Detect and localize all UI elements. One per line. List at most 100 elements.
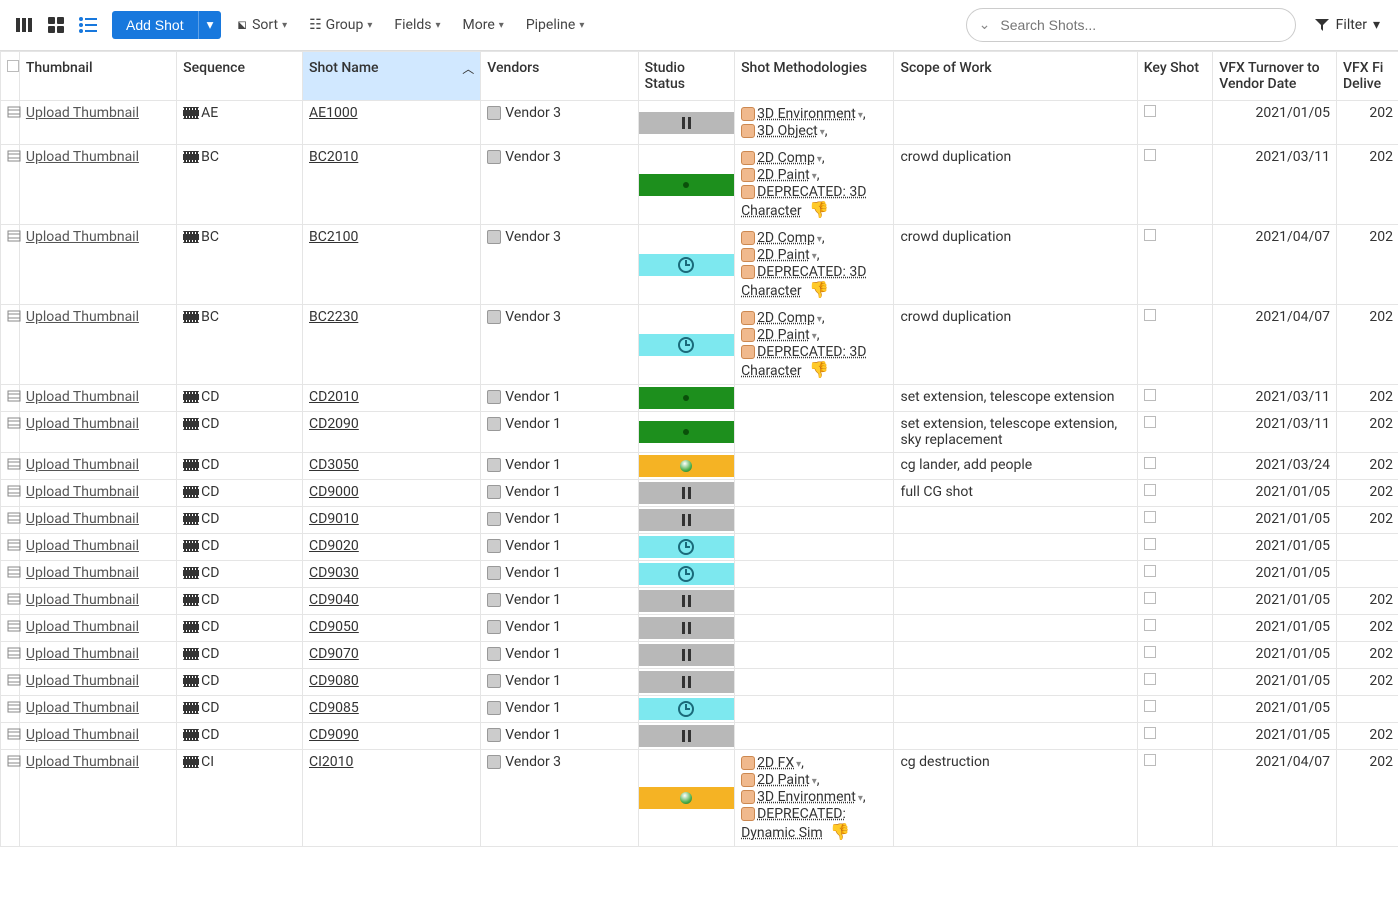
vfx-final-cell[interactable]: 202 [1337, 101, 1398, 145]
thumbnail-cell[interactable]: Upload Thumbnail [19, 145, 176, 225]
thumbnail-cell[interactable]: Upload Thumbnail [19, 696, 176, 723]
methodologies-cell[interactable]: 2D Comp▾,2D Paint▾,DEPRECATED: 3D Charac… [735, 305, 894, 385]
vfx-final-cell[interactable]: 202 [1337, 669, 1398, 696]
header-sequence[interactable]: Sequence [177, 52, 303, 101]
vendor-cell[interactable]: Vendor 1 [481, 723, 638, 750]
fields-menu[interactable]: Fields▾ [388, 13, 446, 37]
thumbnail-cell[interactable]: Upload Thumbnail [19, 412, 176, 453]
view-list-icon[interactable] [74, 11, 102, 39]
vfx-final-cell[interactable]: 202 [1337, 642, 1398, 669]
header-vendors[interactable]: Vendors [481, 52, 638, 101]
vfx-final-cell[interactable]: 202 [1337, 305, 1398, 385]
table-row[interactable]: Upload ThumbnailCDCD9085Vendor 12021/01/… [1, 696, 1398, 723]
thumbnail-cell[interactable]: Upload Thumbnail [19, 534, 176, 561]
vendor-cell[interactable]: Vendor 3 [481, 305, 638, 385]
thumbnail-cell[interactable]: Upload Thumbnail [19, 642, 176, 669]
methodology-tag[interactable]: DEPRECATED: 3D Character 👎 [741, 184, 887, 219]
methodology-tag[interactable]: 3D Object▾, [741, 123, 887, 139]
shot-name-link[interactable]: CD9030 [309, 565, 359, 581]
key-shot-checkbox[interactable] [1144, 416, 1156, 428]
table-row[interactable]: Upload ThumbnailCDCD9030Vendor 12021/01/… [1, 561, 1398, 588]
sequence-cell[interactable]: CD [177, 453, 303, 480]
key-shot-checkbox[interactable] [1144, 700, 1156, 712]
key-shot-checkbox[interactable] [1144, 619, 1156, 631]
vendor-cell[interactable]: Vendor 3 [481, 750, 638, 847]
header-vfx-turnover[interactable]: VFX Turnover to Vendor Date [1213, 52, 1337, 101]
status-cell[interactable] [638, 507, 734, 534]
search-box[interactable]: ⌄ [966, 8, 1296, 42]
header-checkbox[interactable] [1, 52, 20, 101]
sequence-cell[interactable]: CD [177, 723, 303, 750]
scope-cell[interactable]: cg lander, add people [894, 453, 1137, 480]
upload-thumbnail-link[interactable]: Upload Thumbnail [26, 592, 139, 608]
shot-name-cell[interactable]: AE1000 [303, 101, 481, 145]
vfx-final-cell[interactable] [1337, 696, 1398, 723]
status-chip[interactable] [639, 725, 734, 747]
upload-thumbnail-link[interactable]: Upload Thumbnail [26, 700, 139, 716]
methodologies-cell[interactable] [735, 696, 894, 723]
key-shot-checkbox[interactable] [1144, 457, 1156, 469]
add-shot-caret[interactable]: ▾ [198, 11, 222, 39]
key-shot-cell[interactable] [1137, 507, 1213, 534]
key-shot-cell[interactable] [1137, 642, 1213, 669]
upload-thumbnail-link[interactable]: Upload Thumbnail [26, 619, 139, 635]
row-handle[interactable] [1, 588, 20, 615]
table-row[interactable]: Upload ThumbnailCICI2010Vendor 32D FX▾,2… [1, 750, 1398, 847]
status-chip[interactable] [639, 387, 734, 409]
status-cell[interactable] [638, 145, 734, 225]
table-row[interactable]: Upload ThumbnailCDCD9040Vendor 12021/01/… [1, 588, 1398, 615]
status-chip[interactable] [639, 174, 734, 196]
turnover-cell[interactable]: 2021/04/07 [1213, 750, 1337, 847]
key-shot-checkbox[interactable] [1144, 754, 1156, 766]
scope-cell[interactable] [894, 615, 1137, 642]
table-row[interactable]: Upload ThumbnailCDCD9000Vendor 1full CG … [1, 480, 1398, 507]
methodologies-cell[interactable] [735, 385, 894, 412]
vfx-final-cell[interactable]: 202 [1337, 225, 1398, 305]
vfx-final-cell[interactable] [1337, 534, 1398, 561]
key-shot-checkbox[interactable] [1144, 646, 1156, 658]
sequence-cell[interactable]: CD [177, 615, 303, 642]
shot-name-link[interactable]: CD9000 [309, 484, 359, 500]
sequence-cell[interactable]: BC [177, 225, 303, 305]
methodologies-cell[interactable] [735, 507, 894, 534]
row-handle[interactable] [1, 385, 20, 412]
key-shot-checkbox[interactable] [1144, 511, 1156, 523]
scope-cell[interactable] [894, 723, 1137, 750]
vendor-cell[interactable]: Vendor 1 [481, 412, 638, 453]
shot-name-cell[interactable]: BC2230 [303, 305, 481, 385]
row-handle[interactable] [1, 145, 20, 225]
status-chip[interactable] [639, 254, 734, 276]
shot-name-cell[interactable]: CD9090 [303, 723, 481, 750]
key-shot-cell[interactable] [1137, 453, 1213, 480]
shot-name-cell[interactable]: CD9085 [303, 696, 481, 723]
methodologies-cell[interactable]: 2D Comp▾,2D Paint▾,DEPRECATED: 3D Charac… [735, 145, 894, 225]
key-shot-cell[interactable] [1137, 750, 1213, 847]
row-handle[interactable] [1, 615, 20, 642]
key-shot-cell[interactable] [1137, 561, 1213, 588]
methodologies-cell[interactable]: 2D FX▾,2D Paint▾,3D Environment▾,DEPRECA… [735, 750, 894, 847]
table-row[interactable]: Upload ThumbnailCDCD9020Vendor 12021/01/… [1, 534, 1398, 561]
status-chip[interactable] [639, 112, 734, 134]
turnover-cell[interactable]: 2021/01/05 [1213, 669, 1337, 696]
turnover-cell[interactable]: 2021/01/05 [1213, 101, 1337, 145]
sequence-cell[interactable]: AE [177, 101, 303, 145]
turnover-cell[interactable]: 2021/01/05 [1213, 534, 1337, 561]
methodologies-cell[interactable] [735, 588, 894, 615]
status-cell[interactable] [638, 453, 734, 480]
status-chip[interactable] [639, 509, 734, 531]
sequence-cell[interactable]: CD [177, 588, 303, 615]
status-chip[interactable] [639, 617, 734, 639]
status-chip[interactable] [639, 421, 734, 443]
methodologies-cell[interactable] [735, 642, 894, 669]
key-shot-checkbox[interactable] [1144, 727, 1156, 739]
upload-thumbnail-link[interactable]: Upload Thumbnail [26, 416, 139, 432]
scope-cell[interactable] [894, 101, 1137, 145]
upload-thumbnail-link[interactable]: Upload Thumbnail [26, 105, 139, 121]
methodology-tag[interactable]: 2D Comp▾, [741, 230, 887, 246]
row-handle[interactable] [1, 225, 20, 305]
table-row[interactable]: Upload ThumbnailCDCD9070Vendor 12021/01/… [1, 642, 1398, 669]
key-shot-cell[interactable] [1137, 412, 1213, 453]
vendor-cell[interactable]: Vendor 3 [481, 225, 638, 305]
vfx-final-cell[interactable] [1337, 561, 1398, 588]
methodology-tag[interactable]: 2D Paint▾, [741, 247, 887, 263]
